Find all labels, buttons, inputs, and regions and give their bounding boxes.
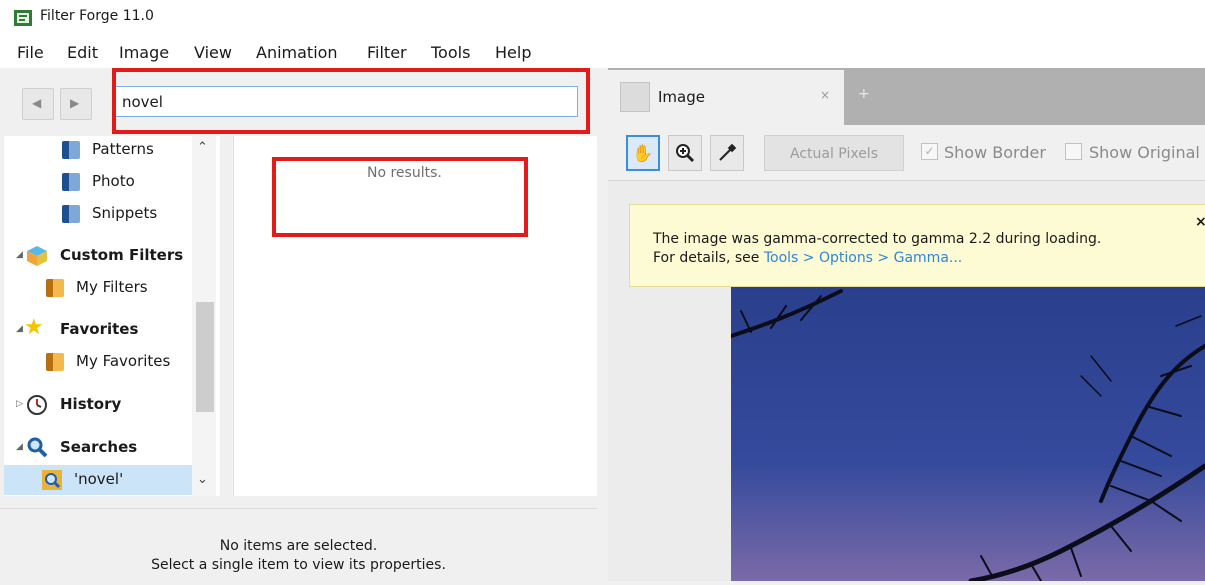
show-original-checkbox[interactable] xyxy=(1065,143,1082,160)
zoom-icon xyxy=(675,143,695,163)
cube-icon xyxy=(26,245,48,271)
folder-icon xyxy=(62,205,80,223)
show-border-checkbox[interactable]: ✓ xyxy=(921,143,938,160)
menu-bar: File Edit Image View Animation Filter To… xyxy=(0,36,1205,68)
saved-search-icon xyxy=(42,470,62,494)
gamma-notice-text: The image was gamma-corrected to gamma 2… xyxy=(653,231,1102,247)
expanded-arrow-icon: ◢ xyxy=(16,442,23,452)
tab-close-icon[interactable]: × xyxy=(820,88,830,102)
folder-icon xyxy=(46,279,64,297)
menu-filter[interactable]: Filter xyxy=(367,43,407,62)
no-results-text: No results. xyxy=(367,165,442,181)
gamma-options-link[interactable]: Tools > Options > Gamma... xyxy=(764,250,962,266)
tree-item-saved-search-novel[interactable]: 'novel' xyxy=(4,466,192,494)
tree-item-patterns[interactable]: Patterns xyxy=(4,136,192,164)
folder-star-icon xyxy=(46,353,64,371)
gamma-notice-details: For details, see Tools > Options > Gamma… xyxy=(653,250,963,266)
actual-pixels-button[interactable]: Actual Pixels xyxy=(764,135,904,171)
scroll-down-icon[interactable]: ⌄ xyxy=(197,472,208,487)
eyedropper-icon xyxy=(717,143,737,163)
expanded-arrow-icon: ◢ xyxy=(16,250,23,260)
folder-icon xyxy=(62,173,80,191)
tree-item-my-favorites[interactable]: My Favorites xyxy=(4,348,192,376)
tree-item-custom-filters[interactable]: ◢ Custom Filters xyxy=(4,242,192,270)
properties-hint: Select a single item to view its propert… xyxy=(151,557,446,573)
expanded-arrow-icon: ◢ xyxy=(16,324,23,334)
results-list xyxy=(233,136,598,496)
properties-message: No items are selected. xyxy=(219,538,378,554)
scroll-up-icon[interactable]: ⌃ xyxy=(197,140,208,155)
preview-image[interactable] xyxy=(729,286,1205,584)
menu-file[interactable]: File xyxy=(17,43,44,62)
back-arrow-icon: ◀ xyxy=(32,96,42,110)
tree-item-searches[interactable]: ◢ Searches xyxy=(4,434,192,462)
folder-icon xyxy=(62,141,80,159)
tree-item-favorites[interactable]: ◢ ★ Favorites xyxy=(4,316,192,344)
menu-view[interactable]: View xyxy=(194,43,232,62)
panel-divider[interactable] xyxy=(597,68,608,581)
hand-icon: ✋ xyxy=(632,144,654,164)
forward-button[interactable]: ▶ xyxy=(60,88,92,120)
tree-item-history[interactable]: ▷ History xyxy=(4,391,192,419)
forward-arrow-icon: ▶ xyxy=(70,96,80,110)
menu-edit[interactable]: Edit xyxy=(67,43,98,62)
window-title: Filter Forge 11.0 xyxy=(40,8,154,24)
back-button[interactable]: ◀ xyxy=(22,88,54,120)
app-icon xyxy=(14,10,32,26)
clock-icon xyxy=(26,394,48,420)
vertical-splitter[interactable] xyxy=(221,136,232,496)
tree-item-my-filters[interactable]: My Filters xyxy=(4,274,192,302)
menu-image[interactable]: Image xyxy=(119,43,169,62)
tab-label: Image xyxy=(658,88,705,106)
tree-item-photo[interactable]: Photo xyxy=(4,168,192,196)
search-input[interactable] xyxy=(112,86,578,117)
collapsed-arrow-icon: ▷ xyxy=(16,399,23,409)
add-tab-icon[interactable]: + xyxy=(858,86,870,102)
image-thumbnail-icon xyxy=(620,82,650,112)
tree-item-snippets[interactable]: Snippets xyxy=(4,200,192,228)
magnifier-icon xyxy=(26,436,48,462)
horizontal-splitter[interactable] xyxy=(0,496,597,508)
tree-scrollbar-thumb[interactable] xyxy=(196,302,214,412)
star-icon: ★ xyxy=(24,315,44,340)
title-bar xyxy=(0,0,1205,36)
color-picker-tool-button[interactable] xyxy=(710,135,744,171)
hand-tool-button[interactable]: ✋ xyxy=(626,135,660,171)
notice-close-icon[interactable]: × xyxy=(1195,214,1205,230)
show-border-label: Show Border xyxy=(944,143,1046,162)
menu-animation[interactable]: Animation xyxy=(256,43,338,62)
menu-tools[interactable]: Tools xyxy=(431,43,470,62)
zoom-tool-button[interactable] xyxy=(668,135,702,171)
show-original-label: Show Original xyxy=(1089,143,1200,162)
menu-help[interactable]: Help xyxy=(495,43,531,62)
